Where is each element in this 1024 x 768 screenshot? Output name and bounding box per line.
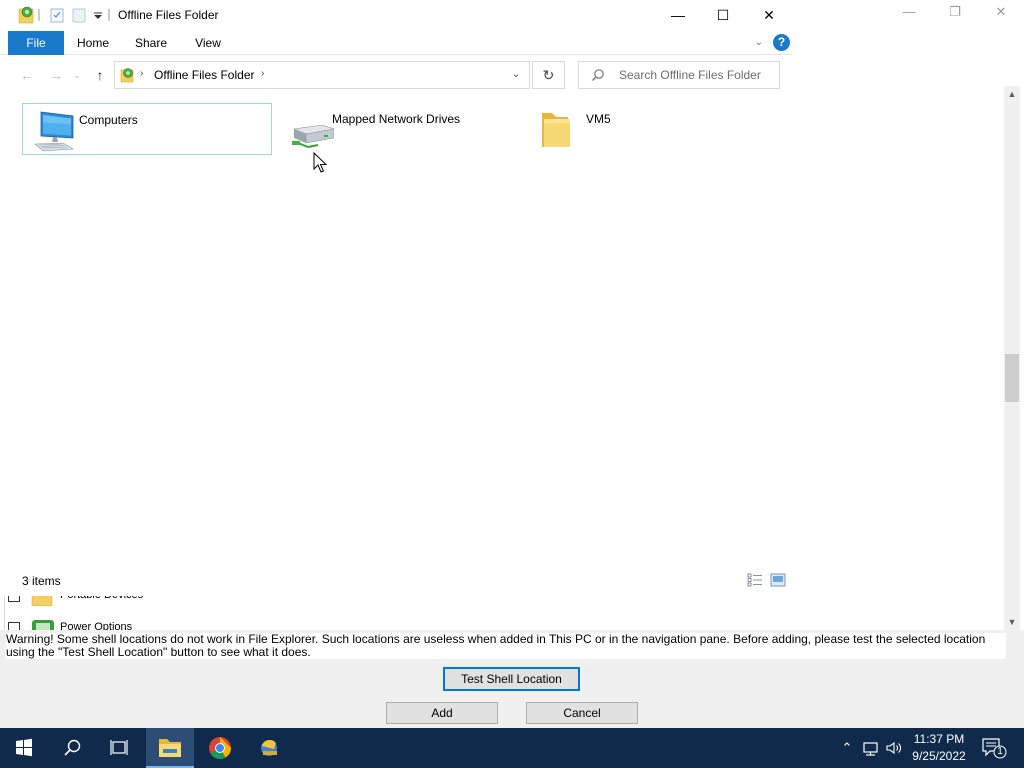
taskbar: ⌃ 11:37 PM 9/25/2022 1 bbox=[0, 728, 1024, 768]
new-folder-icon[interactable] bbox=[70, 5, 88, 25]
close-button[interactable]: ✕ bbox=[746, 0, 792, 30]
tab-share[interactable]: Share bbox=[128, 31, 174, 55]
item-label: Mapped Network Drives bbox=[332, 112, 461, 126]
customize-toolbar-chevron-icon[interactable] bbox=[90, 5, 108, 25]
navigation-bar: ← → ⌄ ↑ › Offline Files Folder › ⌄ ↻ Sea… bbox=[0, 56, 793, 94]
expand-ribbon-chevron-icon[interactable]: ⌄ bbox=[751, 35, 767, 51]
clock-time: 11:37 PM bbox=[913, 732, 965, 746]
properties-icon[interactable] bbox=[48, 5, 66, 25]
item-label: Computers bbox=[79, 113, 138, 127]
scrollbar-thumb[interactable] bbox=[1005, 354, 1019, 402]
maximize-button[interactable]: ☐ bbox=[700, 0, 746, 30]
file-explorer-taskbar-button[interactable] bbox=[146, 728, 194, 768]
details-view-icon[interactable] bbox=[747, 573, 763, 587]
test-shell-location-button[interactable]: Test Shell Location bbox=[443, 667, 580, 691]
file-explorer-icon bbox=[159, 739, 181, 757]
breadcrumb-chevron-icon[interactable]: › bbox=[140, 68, 143, 79]
mouse-cursor-icon bbox=[313, 151, 328, 174]
chrome-taskbar-button[interactable] bbox=[196, 728, 244, 768]
folder-icon bbox=[540, 107, 588, 151]
refresh-icon[interactable]: ↻ bbox=[532, 61, 565, 89]
file-list[interactable]: Computers Mapped Network Drives VM5 bbox=[0, 95, 793, 565]
volume-icon[interactable] bbox=[884, 738, 904, 758]
breadcrumb[interactable]: Offline Files Folder bbox=[154, 68, 254, 82]
computer-icon bbox=[33, 108, 81, 152]
list-item[interactable]: Computers bbox=[22, 103, 272, 155]
start-button[interactable] bbox=[0, 728, 48, 768]
ribbon-tabs: File Home Share View ⌄ ? bbox=[0, 31, 793, 55]
recent-locations-chevron-icon[interactable]: ⌄ bbox=[70, 64, 84, 86]
list-item[interactable]: Mapped Network Drives bbox=[276, 103, 526, 155]
large-icons-view-icon[interactable] bbox=[770, 573, 786, 587]
minimize-button[interactable]: — bbox=[655, 0, 701, 30]
list-scrollbar[interactable]: ▲ ▼ bbox=[1004, 86, 1020, 630]
help-icon[interactable]: ? bbox=[773, 34, 790, 51]
dialog-caption-buttons: — ❐ ✕ bbox=[790, 0, 1024, 24]
taskbar-search-button[interactable] bbox=[48, 728, 96, 768]
show-hidden-icons-chevron-icon[interactable]: ⌃ bbox=[837, 738, 857, 758]
notifications-button[interactable]: 1 bbox=[980, 736, 1008, 760]
dialog-close-button[interactable]: ✕ bbox=[978, 0, 1024, 24]
search-icon bbox=[64, 739, 81, 756]
address-bar[interactable]: › Offline Files Folder › ⌄ bbox=[114, 61, 530, 89]
app-taskbar-button[interactable] bbox=[246, 728, 294, 768]
offline-files-icon bbox=[120, 67, 136, 83]
add-button[interactable]: Add bbox=[386, 702, 498, 724]
network-icon[interactable] bbox=[861, 738, 881, 758]
title-bar[interactable]: Offline Files Folder — ☐ ✕ bbox=[0, 0, 793, 31]
tab-home[interactable]: Home bbox=[70, 31, 116, 55]
item-count: 3 items bbox=[22, 574, 61, 588]
task-view-button[interactable] bbox=[96, 728, 144, 768]
up-arrow-icon[interactable]: ↑ bbox=[89, 64, 111, 86]
back-arrow-icon[interactable]: ← bbox=[16, 64, 38, 86]
item-label: VM5 bbox=[586, 112, 611, 126]
clock[interactable]: 11:37 PM 9/25/2022 bbox=[906, 731, 972, 765]
notification-count: 1 bbox=[997, 746, 1003, 757]
dialog-restore-button[interactable]: ❐ bbox=[932, 0, 978, 24]
tab-file[interactable]: File bbox=[8, 31, 64, 55]
warning-message: Warning! Some shell locations do not wor… bbox=[6, 633, 1006, 659]
scroll-down-icon[interactable]: ▼ bbox=[1004, 614, 1020, 630]
scroll-up-icon[interactable]: ▲ bbox=[1004, 86, 1020, 102]
forward-arrow-icon[interactable]: → bbox=[45, 64, 67, 86]
chrome-icon bbox=[209, 737, 231, 759]
tab-view[interactable]: View bbox=[186, 31, 230, 55]
start-icon bbox=[16, 738, 32, 757]
toolbar-separator bbox=[108, 5, 110, 25]
window-title: Offline Files Folder bbox=[118, 8, 219, 22]
file-explorer-window: Offline Files Folder — ☐ ✕ File Home Sha… bbox=[0, 0, 793, 596]
breadcrumb-chevron-icon[interactable]: › bbox=[261, 68, 264, 79]
dialog-minimize-button[interactable]: — bbox=[886, 0, 932, 24]
search-icon bbox=[591, 68, 605, 82]
network-drive-icon bbox=[286, 107, 335, 151]
search-placeholder: Search Offline Files Folder bbox=[619, 68, 761, 82]
list-item[interactable]: VM5 bbox=[530, 103, 780, 155]
search-input[interactable]: Search Offline Files Folder bbox=[578, 61, 780, 89]
toolbar-separator bbox=[38, 5, 40, 25]
status-bar: 3 items bbox=[0, 570, 793, 592]
cancel-button[interactable]: Cancel bbox=[526, 702, 638, 724]
task-view-icon bbox=[110, 740, 128, 755]
offline-files-icon bbox=[18, 5, 36, 25]
address-dropdown-chevron-icon[interactable]: ⌄ bbox=[509, 68, 523, 82]
clock-date: 9/25/2022 bbox=[912, 749, 966, 763]
app-icon bbox=[261, 739, 277, 756]
